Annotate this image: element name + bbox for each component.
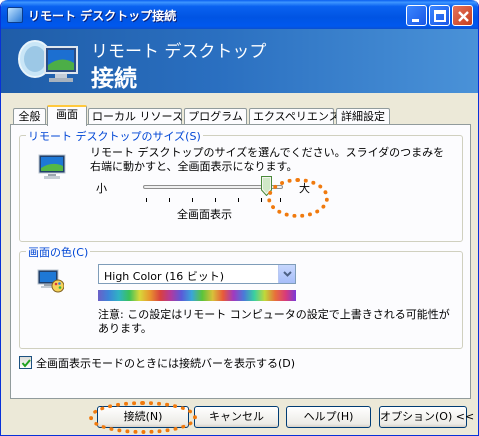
- color-depth-group: 画面の色(C) High Color (16 ビット) 注意: この設定はリモー…: [19, 244, 463, 349]
- app-icon: [7, 7, 23, 23]
- slider-tick: [261, 198, 262, 202]
- slider-tick: [146, 198, 147, 202]
- slider-tick: [192, 198, 193, 202]
- minimize-icon: [412, 19, 419, 22]
- window-title: リモート デスクトップ接続: [28, 9, 177, 23]
- desktop-size-group: リモート デスクトップのサイズ(S) リモート デスクトップのサイズを選んでくだ…: [19, 128, 463, 242]
- connection-bar-checkbox-label: 全画面表示モードのときには接続バーを表示する(D): [36, 357, 296, 370]
- tab-experience[interactable]: エクスペリエンス: [249, 108, 340, 125]
- highlight-oval-connect: [89, 401, 197, 434]
- color-depth-dropdown[interactable]: High Color (16 ビット): [98, 264, 296, 284]
- tab-display[interactable]: 画面: [47, 105, 87, 126]
- tab-general[interactable]: 全般: [13, 108, 46, 125]
- minimize-button[interactable]: [406, 5, 427, 26]
- chevron-down-icon: [283, 271, 292, 277]
- maximize-icon: [434, 10, 446, 22]
- color-depth-value: High Color (16 ビット): [104, 270, 225, 283]
- remote-desktop-logo-icon: [18, 40, 78, 82]
- slider-tick: [238, 198, 239, 202]
- color-palette-icon: [37, 269, 64, 293]
- dropdown-button[interactable]: [278, 265, 295, 283]
- slider-value-label: 全画面表示: [177, 208, 232, 221]
- slider-min-label: 小: [96, 182, 107, 195]
- slider-tick: [215, 198, 216, 202]
- monitor-icon: [38, 154, 66, 179]
- close-icon: [458, 11, 469, 22]
- banner-title: 接続: [91, 66, 137, 92]
- checkmark-icon: [21, 359, 31, 368]
- slider-tick: [169, 198, 170, 202]
- close-button[interactable]: [452, 5, 473, 26]
- tab-programs[interactable]: プログラム: [184, 108, 247, 125]
- color-depth-note: 注意: この設定はリモート コンピュータの設定で上書きされる可能性があります。: [98, 308, 450, 335]
- highlight-oval-slider: [267, 178, 329, 218]
- tab-local-resources[interactable]: ローカル リソース: [88, 108, 183, 125]
- display-tab-panel: リモート デスクトップのサイズ(S) リモート デスクトップのサイズを選んでくだ…: [10, 124, 471, 399]
- rdc-window: リモート デスクトップ接続 リモート デスクトップ 接続 全般 画面 ローカル …: [0, 0, 479, 436]
- connection-bar-checkbox[interactable]: [19, 356, 32, 369]
- color-preview-bar: [98, 290, 296, 301]
- maximize-button[interactable]: [429, 5, 450, 26]
- help-button[interactable]: ヘルプ(H): [286, 406, 371, 428]
- color-depth-legend: 画面の色(C): [26, 244, 91, 260]
- cancel-button[interactable]: キャンセル: [194, 406, 279, 428]
- tab-advanced[interactable]: 詳細設定: [336, 108, 390, 125]
- title-bar[interactable]: リモート デスクトップ接続: [1, 0, 478, 29]
- desktop-size-legend: リモート デスクトップのサイズ(S): [26, 128, 203, 144]
- banner: リモート デスクトップ 接続: [1, 29, 478, 93]
- options-button[interactable]: オプション(O) <<: [379, 406, 474, 428]
- desktop-size-description: リモート デスクトップのサイズを選んでください。スライダのつまみを右端に動かすと…: [90, 146, 445, 173]
